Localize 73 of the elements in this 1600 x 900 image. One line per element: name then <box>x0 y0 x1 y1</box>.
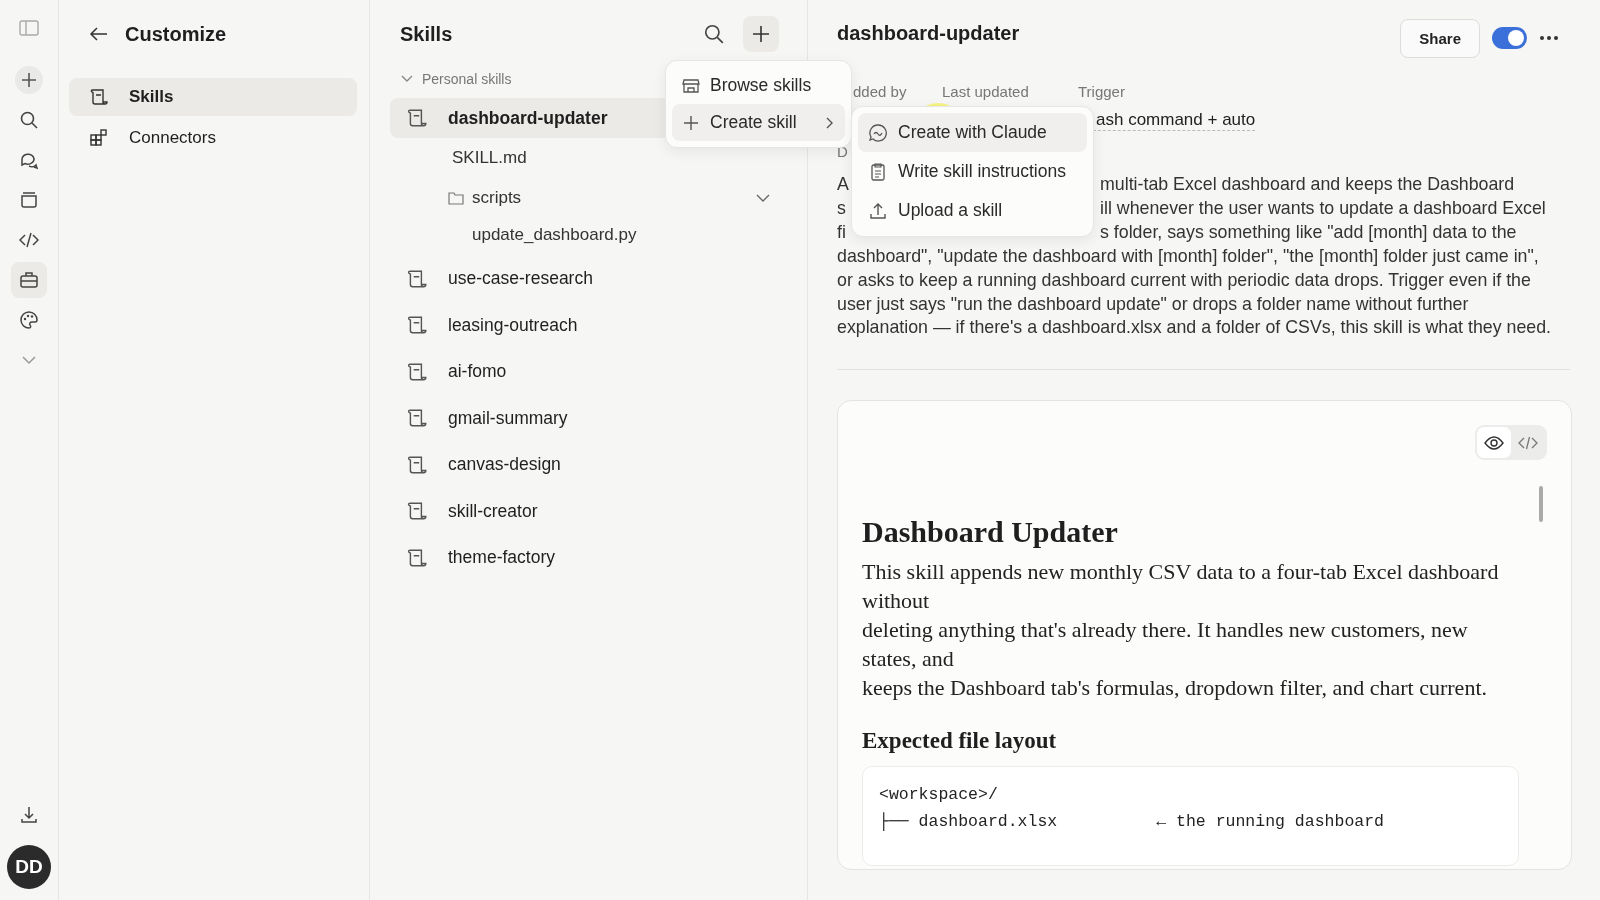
chat-bubbles-icon <box>19 150 39 170</box>
new-chat-button[interactable] <box>15 66 43 94</box>
plus-icon <box>751 24 771 44</box>
more-options-icon[interactable] <box>1539 35 1559 41</box>
folder-icon <box>448 191 464 205</box>
chat-bubble-icon <box>868 122 888 143</box>
skill-title: dashboard-updater <box>837 21 1020 45</box>
download-icon[interactable] <box>19 805 39 825</box>
code-icon <box>19 230 39 250</box>
palette-icon <box>19 310 39 330</box>
toolbox-icon <box>19 270 39 290</box>
skill-item[interactable]: gmail-summary <box>390 398 779 438</box>
chevron-icon <box>400 74 414 84</box>
meta-label: Last updated <box>942 83 1030 100</box>
share-button[interactable]: Share <box>1400 18 1480 58</box>
skill-item[interactable]: skill-creator <box>390 491 779 531</box>
menu-item[interactable]: Write skill instructions <box>858 152 1087 191</box>
menu-item[interactable]: Create with Claude <box>858 113 1087 152</box>
back-arrow-icon[interactable] <box>89 26 109 42</box>
eye-icon <box>1484 435 1504 450</box>
menu-item[interactable]: Upload a skill <box>858 191 1087 230</box>
menu-item[interactable]: Create skill <box>672 104 845 141</box>
scroll-icon <box>406 407 428 429</box>
skill-item[interactable]: leasing-outreach <box>390 305 779 345</box>
add-button[interactable] <box>743 16 779 52</box>
scrollbar[interactable] <box>1539 486 1543 523</box>
code-line: <workspace>/ <box>879 784 999 807</box>
skill-item[interactable]: use-case-research <box>390 258 779 299</box>
description-text: dashboard", "update the dashboard with [month] folder", "the [month] folder just came in", or asks to keep a running dashboard current with periodic data drops. Trigger even if the user just says "run the dashboard update" or drops a folder name without further explanation — if there's a dashboard.xlsx and a folder of CSVs, this skill is what they need. <box>837 244 1553 340</box>
skill-item[interactable]: theme-factory <box>390 537 779 578</box>
section-heading: Expected file layout <box>862 728 1058 755</box>
scroll-icon <box>406 107 428 129</box>
description-text: s folder, says something like "add [month] data to the <box>1100 220 1518 244</box>
toolbox-button[interactable] <box>11 262 47 298</box>
preview-button[interactable] <box>1477 427 1511 459</box>
file-item[interactable]: update_dashboard.py <box>390 218 779 252</box>
description-text: A <box>837 173 849 196</box>
store-icon <box>682 76 700 95</box>
sidebar-toggle-icon[interactable] <box>19 20 39 36</box>
clipboard-icon <box>868 161 888 182</box>
user-avatar[interactable]: DD <box>7 845 51 889</box>
chevron-right-icon <box>825 115 835 130</box>
search-icon[interactable] <box>703 23 725 45</box>
scroll-icon <box>406 500 428 522</box>
meta-label: Trigger <box>1078 83 1126 100</box>
description-text: s <box>837 196 846 220</box>
skill-item[interactable]: canvas-design <box>390 444 779 485</box>
code-line: ├── dashboard.xlsx ← the running dashboard <box>879 811 1385 834</box>
enable-toggle[interactable] <box>1492 27 1527 49</box>
search-icon <box>19 110 39 130</box>
skill-item[interactable]: ai-fomo <box>390 351 779 392</box>
description-label: D <box>837 143 848 160</box>
scroll-icon <box>406 314 428 336</box>
blocks-icon <box>89 128 109 148</box>
paragraph-text: keeps the Dashboard tab's formulas, dropdown filter, and chart current. <box>862 674 1488 703</box>
panel-title: Skills <box>400 22 453 46</box>
scroll-icon <box>89 87 109 107</box>
description-text: multi-tab Excel dashboard and keeps the Dashboard <box>1100 173 1516 196</box>
document-heading: Dashboard Updater <box>862 515 1119 550</box>
description-text: ill whenever the user wants to update a dashboard Excel <box>1100 196 1547 220</box>
nav-item[interactable]: Skills <box>69 78 357 116</box>
description-text: fi <box>837 220 846 244</box>
meta-label: dded by <box>853 83 908 100</box>
chevron-icon <box>755 193 771 203</box>
file-item[interactable]: SKILL.md <box>390 138 779 178</box>
plus-icon <box>682 113 700 132</box>
plus-icon <box>19 70 39 90</box>
code-icon <box>1518 435 1538 450</box>
folder-item[interactable]: scripts <box>390 178 779 218</box>
panel-title: Customize <box>125 22 227 46</box>
chevron-down-icon <box>21 355 37 365</box>
stack-icon <box>19 190 39 210</box>
nav-item[interactable]: Connectors <box>69 119 357 157</box>
